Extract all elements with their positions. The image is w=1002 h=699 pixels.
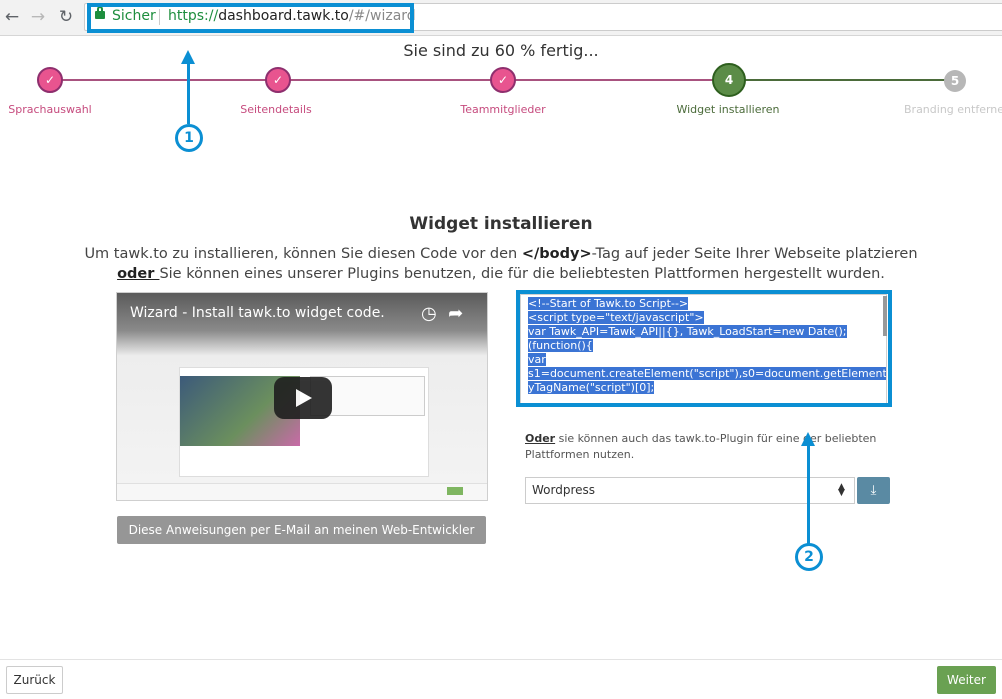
video-preview-footer	[117, 483, 487, 500]
intro-or: oder	[117, 266, 160, 282]
platform-select[interactable]: Wordpress	[525, 477, 855, 504]
step-connector	[503, 79, 729, 81]
plugin-or: Oder	[525, 432, 556, 445]
share-icon[interactable]: ➦	[448, 303, 463, 324]
step-connector	[278, 79, 503, 81]
progress-text: Sie sind zu 60 % fertig...	[403, 41, 599, 60]
video-title[interactable]: Wizard - Install tawk.to widget code.	[130, 305, 385, 321]
step-label-widget-installieren[interactable]: Widget installieren	[668, 103, 788, 116]
download-icon: ⤓	[870, 483, 877, 498]
video-player[interactable]: Wizard - Install tawk.to widget code. ◷ …	[116, 292, 488, 501]
address-bar-highlight	[87, 3, 414, 33]
step-connector	[50, 79, 278, 81]
step-label-sprachauswahl[interactable]: Sprachauswahl	[0, 103, 100, 116]
page-title: Widget installieren	[409, 214, 593, 234]
reload-icon[interactable]: ↻	[57, 8, 75, 26]
next-button[interactable]: Weiter	[937, 666, 996, 694]
footer-divider	[0, 659, 1002, 660]
intro-body-tag: </body>	[521, 246, 592, 262]
step-2-check-icon[interactable]: ✓	[265, 67, 291, 93]
plugin-text: Oder sie können auch das tawk.to-Plugin …	[525, 431, 885, 463]
back-button[interactable]: Zurück	[6, 666, 63, 694]
code-snippet-highlight	[516, 290, 892, 407]
email-instructions-button[interactable]: Diese Anweisungen per E-Mail an meinen W…	[117, 516, 486, 565]
watch-later-share-icons[interactable]: ◷ ➦	[421, 303, 463, 324]
intro-part-1: Um tawk.to zu installieren, können Sie d…	[84, 246, 522, 262]
callout-1-badge: 1	[175, 124, 203, 152]
callout-1-arrow	[187, 62, 190, 124]
step-label-seitendetails[interactable]: Seitendetails	[226, 103, 326, 116]
plugin-description: sie können auch das tawk.to-Plugin für e…	[525, 432, 877, 461]
play-icon[interactable]	[274, 377, 332, 419]
intro-part-2: -Tag auf jeder Seite Ihrer Webseite plat…	[591, 246, 918, 262]
step-connector	[729, 79, 955, 81]
step-1-check-icon[interactable]: ✓	[37, 67, 63, 93]
video-preview-button	[447, 487, 463, 495]
download-plugin-button[interactable]: ⤓	[857, 477, 890, 504]
back-arrow-icon[interactable]: ←	[3, 8, 21, 26]
step-label-teammitglieder[interactable]: Teammitglieder	[448, 103, 558, 116]
step-5-marker[interactable]: 5	[944, 70, 966, 92]
forward-arrow-icon[interactable]: →	[29, 8, 47, 26]
intro-part-3: Sie können eines unserer Plugins benutze…	[159, 266, 885, 282]
intro-text: Um tawk.to zu installieren, können Sie d…	[0, 244, 1002, 284]
step-4-marker[interactable]: 4	[712, 63, 746, 97]
step-label-branding-entfernen[interactable]: Branding entfernen	[904, 103, 1002, 116]
select-arrows-icon: ▲ ▼	[838, 482, 845, 498]
clock-icon[interactable]: ◷	[421, 303, 437, 324]
callout-2-arrow	[807, 444, 810, 544]
step-3-check-icon[interactable]: ✓	[490, 67, 516, 93]
callout-2-badge: 2	[795, 543, 823, 571]
